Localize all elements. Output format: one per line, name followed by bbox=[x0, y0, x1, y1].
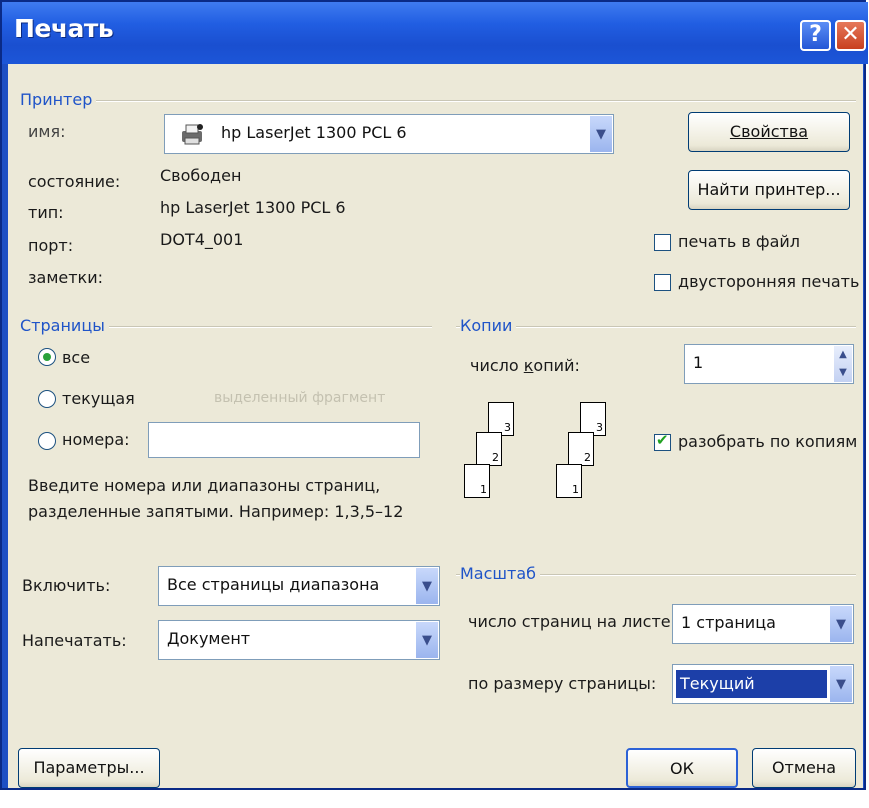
pages-hint-line1: Введите номера или диапазоны страниц, bbox=[28, 476, 381, 495]
page-sheet-2: 2 bbox=[476, 432, 502, 466]
print-to-file-checkbox[interactable] bbox=[654, 234, 671, 251]
fit-to-label: по размеру страницы: bbox=[468, 674, 657, 693]
dialog-frame: Печать ? ✕ Принтер имя: hp LaserJet 1300… bbox=[0, 0, 868, 790]
page-sheet-1: 1 bbox=[464, 464, 490, 498]
copies-group-label: Копии bbox=[460, 316, 517, 335]
pages-per-sheet-select[interactable]: 1 страница ▼ bbox=[672, 604, 854, 644]
pages-current-radio[interactable] bbox=[38, 390, 56, 408]
chevron-down-icon[interactable]: ▼ bbox=[415, 568, 438, 604]
printer-port-label: порт: bbox=[28, 236, 74, 255]
chevron-down-icon[interactable]: ▼ bbox=[829, 666, 852, 702]
printer-status-value: Свободен bbox=[160, 166, 242, 185]
printer-name-select[interactable]: hp LaserJet 1300 PCL 6 ▼ bbox=[164, 114, 614, 154]
duplex-label[interactable]: двусторонняя печать bbox=[678, 272, 859, 291]
spinner-icon[interactable]: ▲ ▼ bbox=[834, 346, 852, 382]
radio-dot bbox=[43, 353, 51, 361]
pages-all-radio[interactable] bbox=[38, 348, 56, 366]
page-sheet-3: 3 bbox=[488, 402, 514, 436]
pages-numbers-input[interactable] bbox=[148, 422, 420, 458]
scale-group-label: Масштаб bbox=[460, 564, 541, 583]
printer-notes-label: заметки: bbox=[28, 268, 103, 287]
check-icon: ✔ bbox=[656, 431, 669, 449]
fit-to-value: Текущий bbox=[676, 670, 827, 698]
include-label: Включить: bbox=[22, 576, 111, 595]
page-sheet-3: 3 bbox=[580, 402, 606, 436]
close-icon: ✕ bbox=[841, 22, 860, 47]
collate-illustration-1: 3 2 1 bbox=[460, 402, 530, 512]
print-what-value: Документ bbox=[167, 629, 251, 648]
chevron-down-icon[interactable]: ▼ bbox=[829, 606, 852, 642]
dialog-body: Принтер имя: hp LaserJet 1300 PCL 6 ▼ со… bbox=[8, 64, 863, 788]
include-select[interactable]: Все страницы диапазона ▼ bbox=[158, 566, 440, 606]
ok-button[interactable]: ОК bbox=[626, 748, 738, 788]
print-what-select[interactable]: Документ ▼ bbox=[158, 620, 440, 660]
printer-type-label: тип: bbox=[28, 203, 64, 222]
help-icon: ? bbox=[809, 22, 822, 47]
copies-count-spinner[interactable]: 1 ▲ ▼ bbox=[684, 344, 854, 384]
pages-numbers-radio[interactable] bbox=[38, 432, 56, 450]
cancel-button[interactable]: Отмена bbox=[752, 748, 856, 788]
collate-checkbox[interactable]: ✔ bbox=[654, 431, 671, 451]
print-what-label: Напечатать: bbox=[22, 631, 127, 650]
print-to-file-label[interactable]: печать в файл bbox=[678, 232, 800, 251]
pages-hint-line2: разделенные запятыми. Например: 1,3,5–12 bbox=[28, 502, 404, 521]
printer-name-value: hp LaserJet 1300 PCL 6 bbox=[221, 123, 407, 142]
pages-all-label[interactable]: все bbox=[62, 348, 90, 367]
collate-illustration-2: 3 2 1 bbox=[552, 402, 622, 512]
printer-port-value: DOT4_001 bbox=[160, 230, 244, 249]
chevron-down-icon[interactable]: ▼ bbox=[589, 116, 612, 152]
duplex-checkbox[interactable] bbox=[654, 274, 671, 291]
fit-to-select[interactable]: Текущий ▼ bbox=[672, 664, 854, 704]
collate-label[interactable]: разобрать по копиям bbox=[678, 432, 857, 451]
printer-type-value: hp LaserJet 1300 PCL 6 bbox=[160, 198, 346, 217]
help-button[interactable]: ? bbox=[800, 20, 831, 51]
printer-group-label: Принтер bbox=[20, 90, 97, 109]
printer-icon bbox=[179, 122, 205, 146]
pages-per-sheet-label: число страниц на листе: bbox=[468, 612, 676, 631]
copies-count-label: число копий: bbox=[470, 356, 580, 375]
pages-numbers-label[interactable]: номера: bbox=[62, 430, 130, 449]
close-button[interactable]: ✕ bbox=[835, 20, 866, 51]
dialog-title: Печать bbox=[14, 14, 114, 43]
page-sheet-2: 2 bbox=[568, 432, 594, 466]
pages-selection-label: выделенный фрагмент bbox=[214, 390, 386, 406]
pages-group-label: Страницы bbox=[20, 316, 109, 335]
options-button[interactable]: Параметры... bbox=[18, 748, 160, 788]
printer-name-label: имя: bbox=[28, 122, 66, 141]
chevron-down-icon[interactable]: ▼ bbox=[415, 622, 438, 658]
printer-status-label: состояние: bbox=[28, 172, 121, 191]
include-value: Все страницы диапазона bbox=[167, 575, 380, 594]
pages-current-label[interactable]: текущая bbox=[62, 389, 135, 408]
page-sheet-1: 1 bbox=[556, 464, 582, 498]
print-dialog: Печать ? ✕ Принтер имя: hp LaserJet 1300… bbox=[0, 0, 869, 808]
title-bar[interactable]: Печать ? ✕ bbox=[2, 2, 868, 64]
printer-group-line bbox=[22, 100, 856, 102]
copies-count-value: 1 bbox=[693, 353, 704, 372]
pages-per-sheet-value: 1 страница bbox=[681, 613, 776, 632]
properties-button[interactable]: Свойства bbox=[688, 112, 850, 152]
find-printer-button[interactable]: Найти принтер... bbox=[688, 170, 850, 210]
